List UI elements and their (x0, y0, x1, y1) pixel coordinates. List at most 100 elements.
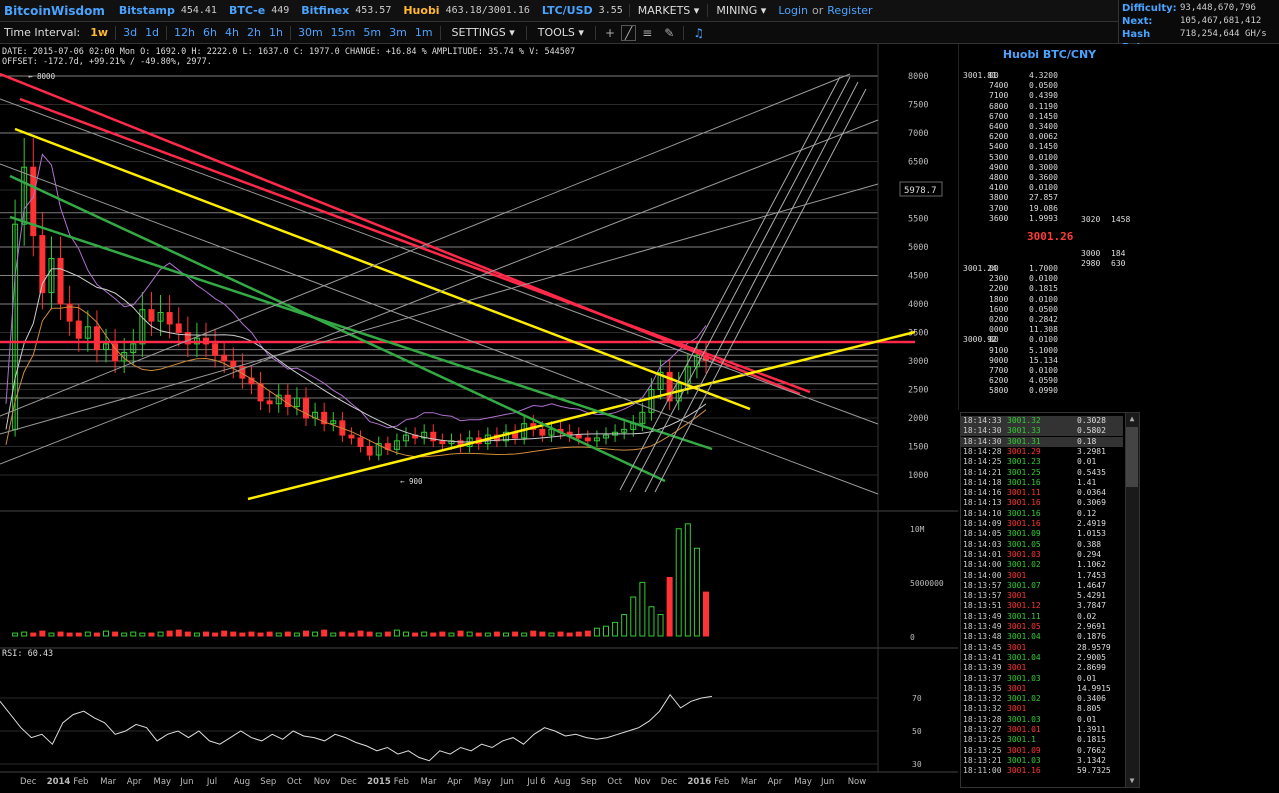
volume-bar (312, 631, 319, 637)
interval-button[interactable]: 4h (221, 26, 243, 39)
trade-amount: 1.1062 (1077, 560, 1106, 570)
interval-button[interactable]: 1m (411, 26, 437, 39)
volume-bar (457, 630, 464, 637)
alert-bell-icon[interactable]: ♫ (687, 26, 710, 40)
volume-bar (521, 632, 528, 637)
tools-dropdown[interactable]: TOOLS ▾ (530, 26, 592, 39)
trade-amount: 28.9579 (1077, 642, 1111, 652)
depth-summary-row: 3000 184 (959, 249, 1139, 259)
trade-amount: 0.1876 (1077, 632, 1106, 642)
interval-button[interactable]: 3m (385, 26, 411, 39)
interval-button[interactable]: 5m (359, 26, 385, 39)
trade-row: 18:13:51 3001.12 3.7847 (961, 601, 1123, 611)
trendline-icon[interactable]: ╱ (621, 24, 637, 41)
volume-bar (584, 630, 591, 637)
trade-time: 18:14:21 (963, 467, 1002, 477)
trades-scrollbar[interactable]: ▲ ▼ (1125, 413, 1139, 787)
trade-time: 18:13:37 (963, 673, 1002, 683)
order-amount: 0.0100 (1029, 294, 1058, 304)
volume-bar (30, 632, 37, 637)
exchange-ticker[interactable]: Huobi 463.18/3001.16 (397, 4, 536, 17)
volume-bar (357, 630, 364, 637)
settings-dropdown[interactable]: SETTINGS ▾ (444, 26, 523, 39)
interval-button[interactable]: 3d (119, 26, 141, 39)
markets-menu[interactable]: MARKETS ▾ (628, 4, 708, 17)
trade-row: 18:14:18 3001.16 1.41 (961, 478, 1123, 488)
candle-body (93, 326, 100, 351)
scroll-up-icon[interactable]: ▲ (1126, 413, 1138, 425)
interval-button[interactable]: 2h (243, 26, 265, 39)
bid-order-row: 9100 5.1000 (959, 346, 1139, 356)
exchange-ticker[interactable]: Bitstamp 454.41 (113, 4, 223, 17)
exchange-ticker[interactable]: LTC/USD 3.55 (536, 4, 629, 17)
interval-button[interactable]: 1d (141, 26, 163, 39)
trade-amount: 2.9691 (1077, 622, 1106, 631)
recent-trades-panel[interactable]: ▲ ▼ 18:14:33 3001.32 0.3028 18:14:30 3001.33… (960, 412, 1140, 788)
pen-icon[interactable]: ✎ (658, 26, 680, 40)
x-axis-label: 2015 (367, 777, 391, 787)
order-amount: 0.1450 (1029, 111, 1058, 121)
trade-price: 3001.09 (1007, 745, 1041, 755)
exchange-ticker-list: Bitstamp 454.41 BTC-e 449 Bitfinex 453.57 Huob… (113, 4, 629, 17)
trade-row: 18:13:35 3001 14.9915 (961, 684, 1123, 694)
candle-body (575, 434, 582, 439)
trade-price: 3001.23 (1007, 457, 1041, 467)
volume-axis-label: 5000000 (910, 579, 944, 588)
trend-line (0, 183, 879, 435)
trade-row: 18:14:00 3001 1.7453 (961, 571, 1123, 581)
crosshair-icon[interactable]: + (599, 26, 621, 40)
exchange-ticker[interactable]: Bitfinex 453.57 (295, 4, 397, 17)
price-chart[interactable]: 1000150020002500300035004000450050005500… (0, 44, 958, 793)
order-price-suffix: 5300 (989, 152, 1009, 162)
trade-row: 18:13:49 3001.11 0.02 (961, 612, 1123, 622)
trade-price: 3001.33 (1007, 426, 1041, 436)
current-price-text: 5978.7 (904, 186, 937, 196)
interval-button[interactable]: 1w (86, 26, 112, 39)
x-axis-label: Mar (421, 777, 438, 787)
trade-price: 3001.16 (1007, 766, 1041, 776)
toolbar-divider (289, 25, 291, 40)
scroll-down-icon[interactable]: ▼ (1126, 775, 1138, 787)
volume-bar (648, 606, 655, 637)
trade-amount: 0.3028 (1077, 416, 1106, 425)
interval-button[interactable]: 30m (294, 26, 327, 39)
exchange-ticker[interactable]: BTC-e 449 (223, 4, 295, 17)
chevron-down-icon: ▾ (509, 26, 515, 39)
candle-body (366, 446, 373, 456)
trade-time: 18:13:35 (963, 683, 1002, 693)
brand-logo[interactable]: BitcoinWisdom (0, 4, 113, 18)
volume-bar (503, 632, 509, 637)
interval-button[interactable]: 15m (327, 26, 360, 39)
x-axis-label: Apr (768, 777, 783, 787)
x-axis-label: Dec (340, 777, 357, 787)
order-price-suffix: 7400 (989, 81, 1009, 91)
trade-row: 18:14:00 3001.02 1.1062 (961, 560, 1123, 570)
mining-menu[interactable]: MINING ▾ (707, 4, 774, 17)
order-amount: 0.0100 (1029, 366, 1058, 375)
volume-bar (321, 629, 328, 637)
trade-amount: 0.02 (1077, 611, 1097, 621)
interval-button[interactable]: 1h (265, 26, 287, 39)
trend-line (619, 76, 841, 491)
trade-time: 18:14:30 (963, 436, 1002, 446)
trend-line (0, 119, 879, 465)
volume-bar (366, 631, 373, 637)
interval-button[interactable]: 6h (199, 26, 221, 39)
depth-summary-row: 3020 1458 (959, 215, 1139, 225)
ohlc-line: DATE: 2015-07-06 02:00 Mon O: 1692.0 H: … (2, 47, 576, 57)
ruler-icon[interactable]: ≡ (636, 26, 658, 40)
scrollbar-thumb[interactable] (1126, 427, 1138, 487)
register-link[interactable]: Register (823, 4, 876, 17)
trade-time: 18:13:39 (963, 663, 1002, 673)
order-amount: 5.1000 (1029, 345, 1058, 355)
interval-selector: 1w 3d 1d 12h 6h 4h 2h 1h 30m 15m 5m 3m 1m (86, 25, 437, 40)
order-price-suffix: 3700 (989, 203, 1009, 213)
order-amount: 0.2842 (1029, 315, 1058, 324)
x-axis-label: May (794, 777, 812, 787)
order-price-suffix: 7700 (989, 366, 1009, 375)
interval-button[interactable]: 12h (170, 26, 199, 39)
bid-order-row: 6200 4.0590 (959, 376, 1139, 386)
login-link[interactable]: Login (774, 4, 812, 17)
exchange-price: 463.18/3001.16 (445, 5, 530, 16)
bid-order-row: 5800 0.0990 (959, 386, 1139, 396)
